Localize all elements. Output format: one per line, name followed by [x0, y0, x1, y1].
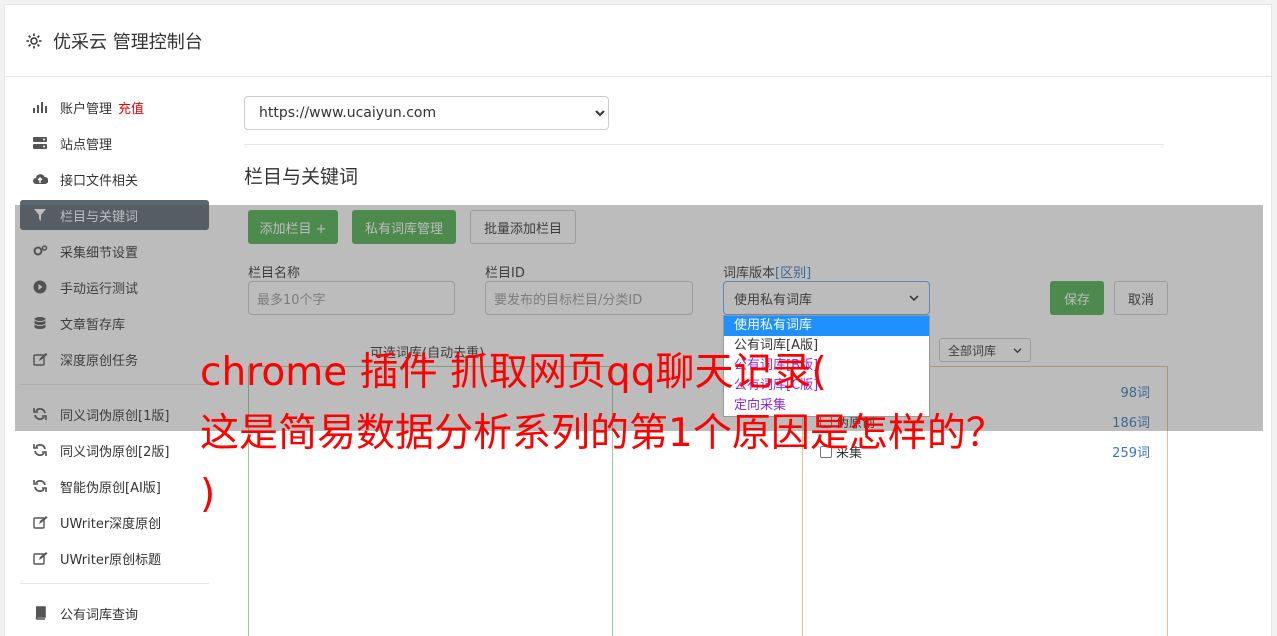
sidebar-item-synonym-2[interactable]: 同义词伪原创[2版]: [20, 435, 209, 465]
bar-chart-icon: [32, 100, 48, 114]
header: 优采云 管理控制台: [5, 5, 1271, 77]
sidebar-item-label: 站点管理: [60, 137, 113, 153]
gear-icon: [25, 32, 43, 50]
sidebar-item-label: 公有词库查询: [60, 607, 139, 623]
divider: [244, 144, 1164, 145]
watermark-text: chrome 插件 抓取网页qq聊天记录( 这是简易数据分析系列的第1个原因是怎…: [200, 342, 1100, 525]
lexicon-row-count: 259词: [1112, 446, 1150, 461]
sidebar-item-label: UWriter原创标题: [60, 552, 162, 568]
sidebar-divider: [20, 583, 209, 584]
watermark-line-1: chrome 插件 抓取网页qq聊天记录(: [200, 350, 827, 395]
watermark-line-3: ): [200, 472, 216, 517]
sidebar-item-label: 接口文件相关: [60, 173, 139, 189]
recharge-link[interactable]: 充值: [118, 98, 144, 117]
sidebar-item-sites[interactable]: 站点管理: [20, 128, 209, 158]
sidebar-item-label: 账户管理: [60, 101, 113, 117]
lexicon-option[interactable]: 使用私有词库: [724, 316, 929, 336]
edit-icon: [32, 551, 48, 565]
sidebar-item-uwriter-title[interactable]: UWriter原创标题: [20, 543, 209, 573]
sidebar-item-label: 智能伪原创[AI版]: [60, 480, 161, 496]
sidebar-item-label: 同义词伪原创[2版]: [60, 444, 170, 460]
cloud-upload-icon: [32, 172, 48, 186]
sidebar-item-account[interactable]: 账户管理 充值: [20, 92, 209, 122]
sidebar-item-uwriter-deep[interactable]: UWriter深度原创: [20, 507, 209, 537]
site-select[interactable]: https://www.ucaiyun.com: [244, 96, 609, 130]
edit-icon: [32, 515, 48, 529]
watermark-line-2: 这是简易数据分析系列的第1个原因是怎样的？: [200, 411, 1005, 456]
book-icon: [32, 606, 48, 620]
refresh-icon: [32, 479, 48, 493]
sidebar-item-interface-files[interactable]: 接口文件相关: [20, 164, 209, 194]
page-title: 优采云 管理控制台: [53, 31, 203, 53]
sidebar-item-public-lexicon[interactable]: 公有词库查询: [20, 598, 209, 628]
sidebar-item-ai-original[interactable]: 智能伪原创[AI版]: [20, 471, 209, 501]
main-content: https://www.ucaiyun.com 栏目与关键词: [244, 96, 1164, 188]
refresh-icon: [32, 443, 48, 457]
sidebar-item-label: UWriter深度原创: [60, 516, 162, 532]
server-icon: [32, 136, 48, 150]
section-title: 栏目与关键词: [244, 166, 359, 188]
